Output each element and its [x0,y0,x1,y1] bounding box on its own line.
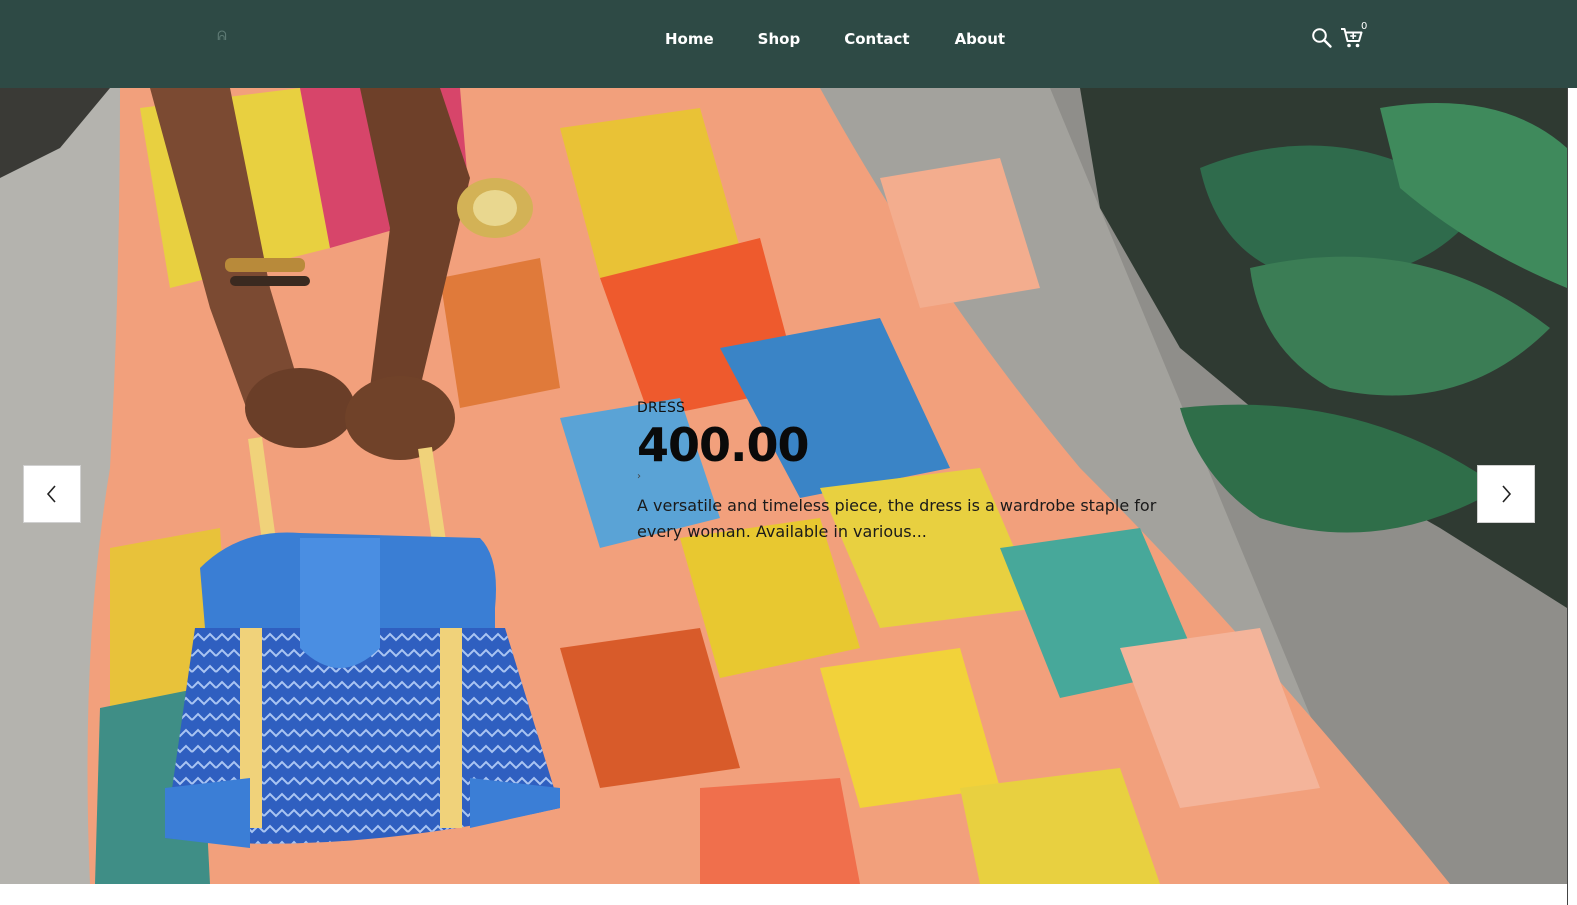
chevron-right-icon [1502,485,1512,503]
slider-prev-button[interactable] [23,465,81,523]
page-divider [1567,88,1568,905]
hero-slider: DRESS 400.00 › A versatile and timeless … [0,88,1567,884]
search-icon [1312,28,1332,48]
nav-home[interactable]: Home [665,26,714,52]
product-category: DRESS [637,400,686,416]
nav-shop[interactable]: Shop [758,26,801,52]
main-nav: Home Shop Contact About [665,26,1005,52]
slide-content: DRESS 400.00 › A versatile and timeless … [637,399,1197,545]
product-description: A versatile and timeless piece, the dres… [637,496,1157,541]
product-price: 400.00 [637,418,810,472]
bullet-arrow-icon: › [637,471,641,482]
search-button[interactable] [1311,27,1333,49]
chevron-left-icon [46,485,56,503]
page-scrollbar-track[interactable] [1567,88,1577,905]
nav-contact[interactable]: Contact [844,26,909,52]
site-header: ᕱ Home Shop Contact About 0 [0,0,1577,88]
cart-count-badge: 0 [1361,21,1368,32]
nav-about[interactable]: About [955,26,1006,52]
slider-next-button[interactable] [1477,465,1535,523]
site-logo[interactable]: ᕱ [214,28,230,46]
